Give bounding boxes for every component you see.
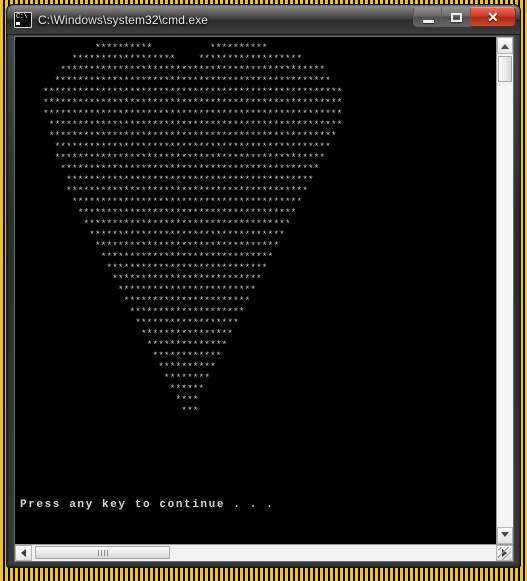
window-titlebar[interactable]: C:\Windows\system32\cmd.exe ✕ bbox=[7, 5, 520, 35]
desktop-background: C:\Windows\system32\cmd.exe ✕ ********** bbox=[0, 0, 527, 581]
vertical-scroll-track[interactable] bbox=[497, 54, 513, 527]
resize-grip-icon[interactable] bbox=[498, 547, 511, 560]
cmd-console-icon bbox=[14, 11, 32, 28]
scroll-up-button[interactable] bbox=[497, 37, 513, 54]
scroll-down-arrow-icon bbox=[501, 532, 509, 537]
scroll-left-arrow-icon bbox=[21, 549, 26, 557]
cmd-window[interactable]: C:\Windows\system32\cmd.exe ✕ ********** bbox=[6, 4, 521, 568]
close-icon: ✕ bbox=[487, 9, 499, 25]
scroll-down-button[interactable] bbox=[497, 527, 513, 544]
maximize-button[interactable] bbox=[442, 7, 471, 27]
ascii-heart-art: ********** ********** ******************… bbox=[43, 42, 343, 416]
horizontal-scroll-thumb[interactable] bbox=[35, 546, 170, 559]
console-client-area: ********** ********** ******************… bbox=[14, 36, 514, 562]
window-controls: ✕ bbox=[413, 7, 516, 29]
press-any-key-message: Press any key to continue . . . bbox=[20, 499, 275, 511]
vertical-scrollbar[interactable] bbox=[496, 37, 513, 544]
window-title: C:\Windows\system32\cmd.exe bbox=[38, 12, 209, 27]
maximize-icon bbox=[451, 13, 462, 22]
minimize-button[interactable] bbox=[413, 7, 442, 27]
scroll-up-arrow-icon bbox=[501, 44, 509, 49]
horizontal-scrollbar[interactable] bbox=[15, 544, 513, 561]
console-row: ********** ********** ******************… bbox=[15, 37, 513, 544]
console-output-area[interactable]: ********** ********** ******************… bbox=[15, 37, 496, 544]
minimize-icon bbox=[423, 20, 434, 23]
vertical-scroll-thumb[interactable] bbox=[498, 56, 512, 82]
close-button[interactable]: ✕ bbox=[471, 7, 516, 27]
scroll-left-button[interactable] bbox=[15, 545, 32, 561]
